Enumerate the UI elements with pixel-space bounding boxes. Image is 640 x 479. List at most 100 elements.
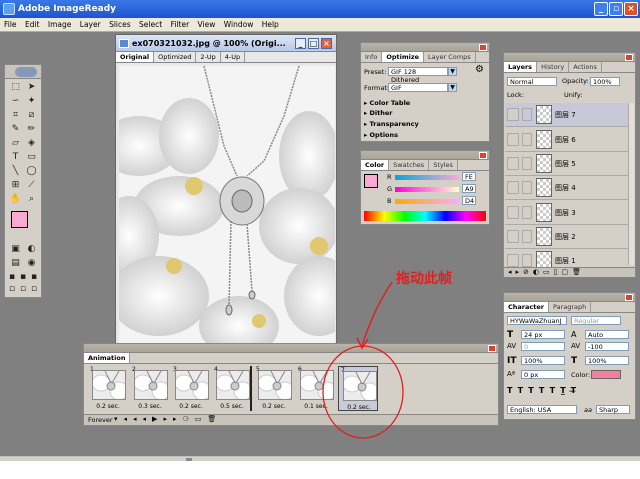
brush-tool-icon[interactable]: ✎ (9, 123, 22, 135)
crop-alt-icon[interactable]: ⊞ (9, 179, 22, 191)
playback-buttons[interactable]: ▾◂◂◂▶▸▸⚆▭🗑 (114, 415, 222, 423)
jump-to-icon[interactable]: ▫ (7, 283, 17, 295)
vertical-scale-field[interactable]: 100% (521, 356, 565, 365)
panel-close-icon[interactable] (479, 152, 487, 159)
chevron-down-icon[interactable]: ▼ (448, 83, 457, 92)
opacity-field[interactable]: 100% (590, 77, 620, 86)
panel-close-icon[interactable] (625, 294, 633, 301)
layer-row[interactable]: 图层 3 (505, 201, 629, 225)
restore-button[interactable]: ▫ (609, 2, 623, 16)
frame-delay[interactable]: 0.2 sec. (339, 404, 379, 411)
menu-select[interactable]: Select (139, 20, 162, 29)
tab-layers[interactable]: Layers (504, 62, 538, 72)
link-box[interactable] (522, 206, 532, 219)
menu-file[interactable]: File (4, 20, 17, 29)
frame-delay[interactable]: 0.2 sec. (171, 403, 211, 410)
layer-row[interactable]: 图层 6 (505, 128, 629, 152)
layer-row[interactable]: 图层 5 (505, 152, 629, 176)
shape-tool-icon[interactable]: ◯ (25, 165, 38, 177)
foreground-color-swatch[interactable] (11, 211, 28, 228)
tracking-field[interactable]: -100 (585, 342, 629, 351)
animation-frame[interactable]: 70.2 sec. (338, 366, 378, 411)
slice-tool-icon[interactable]: ⧄ (25, 109, 38, 121)
document-close-button[interactable]: × (321, 38, 332, 49)
menu-help[interactable]: Help (262, 20, 279, 29)
color-ramp[interactable] (364, 211, 486, 221)
frame-delay[interactable]: 0.1 sec. (296, 403, 336, 410)
toggle-tool-icon[interactable]: ▫ (18, 283, 28, 295)
image-canvas[interactable] (119, 66, 335, 344)
layer-row[interactable]: 图层 7 (505, 103, 629, 127)
layers-scrollbar[interactable] (628, 103, 634, 265)
optimize-menu-icon[interactable]: ⚙ (475, 64, 487, 77)
blend-mode-select[interactable]: Normal (507, 77, 557, 86)
layer-row[interactable]: 图层 4 (505, 176, 629, 200)
menu-slices[interactable]: Slices (109, 20, 131, 29)
tab-color[interactable]: Color (361, 160, 390, 170)
eraser-tool-icon[interactable]: ▱ (9, 137, 22, 149)
tab-original[interactable]: Original (116, 52, 155, 62)
visibility-toggle[interactable] (507, 181, 519, 194)
resize-grip-icon[interactable] (186, 458, 192, 461)
menu-filter[interactable]: Filter (171, 20, 190, 29)
move-tool-icon[interactable]: ➤ (25, 81, 38, 93)
preset-select[interactable]: GIF 128 Dithered (388, 67, 448, 84)
visibility-toggle[interactable] (507, 206, 519, 219)
tab-swatches[interactable]: Swatches (389, 160, 430, 170)
visibility-toggle[interactable] (507, 157, 519, 170)
panel-close-icon[interactable] (479, 44, 487, 51)
tab-history[interactable]: History (537, 62, 570, 72)
g-slider[interactable] (395, 187, 459, 192)
menu-edit[interactable]: Edit (25, 20, 40, 29)
visibility-toggle[interactable] (507, 230, 519, 243)
b-slider[interactable] (395, 199, 459, 204)
animation-frame[interactable]: 20.3 sec. (130, 366, 170, 411)
toggle-image-map-icon[interactable]: ◐ (25, 243, 38, 255)
horizontal-scale-field[interactable]: 100% (585, 356, 629, 365)
lasso-tool-icon[interactable]: ∽ (9, 95, 22, 107)
screen-mode-2-icon[interactable]: ▪ (18, 271, 28, 283)
screen-mode-1-icon[interactable]: ▪ (7, 271, 17, 283)
tab-layer-comps[interactable]: Layer Comps (424, 52, 476, 62)
layers-footer-buttons[interactable]: ◂▸⊘◐▭▯▢🗑 (504, 267, 635, 277)
link-box[interactable] (522, 181, 532, 194)
animation-frame[interactable]: 30.2 sec. (171, 366, 211, 411)
text-style-buttons[interactable]: TTTTTT̲T̶ (507, 386, 581, 395)
preview-document-icon[interactable]: ▤ (9, 257, 22, 269)
antialias-select[interactable]: Sharp (596, 405, 630, 414)
loop-select[interactable]: Forever (88, 416, 113, 424)
visibility-toggle[interactable] (507, 133, 519, 146)
section-transparency[interactable]: ▸ Transparency (364, 120, 419, 128)
layer-row[interactable]: 图层 2 (505, 225, 629, 249)
marquee-tool-icon[interactable]: ⬚ (9, 81, 22, 93)
animation-frame[interactable]: 10.2 sec. (88, 366, 128, 411)
baseline-field[interactable]: 0 px (521, 370, 565, 379)
minimize-button[interactable]: _ (594, 2, 608, 16)
language-select[interactable]: English: USA (507, 405, 577, 414)
color-fg-swatch[interactable] (364, 174, 378, 188)
tab-styles[interactable]: Styles (429, 160, 458, 170)
document-maximize-button[interactable]: □ (308, 38, 319, 49)
menu-layer[interactable]: Layer (80, 20, 101, 29)
frame-delay[interactable]: 0.3 sec. (130, 403, 170, 410)
toggle-tool-2-icon[interactable]: ▫ (29, 283, 39, 295)
b-value-field[interactable]: D4 (462, 196, 476, 205)
r-slider[interactable] (395, 175, 459, 180)
tab-optimized[interactable]: Optimized (154, 52, 197, 62)
fill-tool-icon[interactable]: ◈ (25, 137, 38, 149)
magic-wand-icon[interactable]: ✦ (25, 95, 38, 107)
tab-character[interactable]: Character (504, 302, 549, 312)
format-select[interactable]: GIF (388, 83, 448, 92)
panel-close-icon[interactable] (488, 345, 496, 352)
section-color-table[interactable]: ▸ Color Table (364, 99, 410, 107)
tab-animation[interactable]: Animation (84, 353, 131, 363)
eyedropper-tool-icon[interactable]: ⟋ (25, 179, 38, 191)
menu-view[interactable]: View (198, 20, 216, 29)
preview-browser-icon[interactable]: ◉ (25, 257, 38, 269)
frame-delay[interactable]: 0.2 sec. (254, 403, 294, 410)
tab-4-up[interactable]: 4-Up (221, 52, 246, 62)
visibility-toggle[interactable] (507, 254, 519, 267)
screen-mode-3-icon[interactable]: ▪ (29, 271, 39, 283)
menu-image[interactable]: Image (48, 20, 72, 29)
frame-delay[interactable]: 0.5 sec. (212, 403, 252, 410)
